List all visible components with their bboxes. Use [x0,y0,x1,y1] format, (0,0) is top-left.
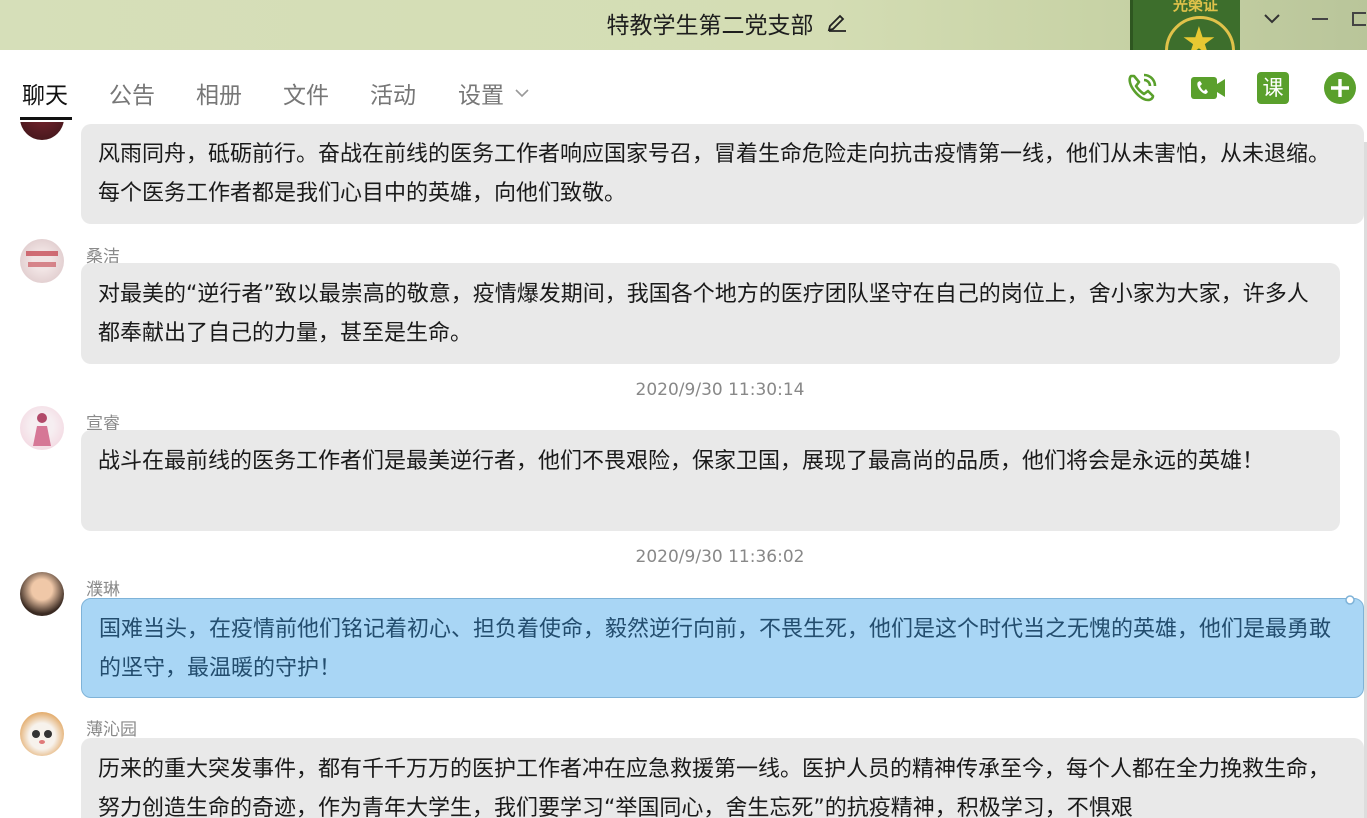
tab-chat[interactable]: 聊天 [22,80,68,112]
minimize-button[interactable] [1312,18,1328,20]
message-bubble[interactable]: 对最美的“逆行者”致以最崇高的敬意，疫情爆发期间，我国各个地方的医疗团队坚守在自… [81,263,1340,364]
dropdown-chevron-icon[interactable] [1262,10,1282,26]
tab-settings[interactable]: 设置 [458,80,504,112]
video-call-icon[interactable] [1190,70,1226,106]
avatar[interactable] [20,239,64,283]
sender-name: 薄沁园 [86,720,137,740]
avatar[interactable] [20,406,64,450]
message-bubble-highlighted[interactable]: 国难当头，在疫情前他们铭记着初心、担负着使命，毅然逆行向前，不畏生死，他们是这个… [81,598,1364,698]
avatar-figure-icon [33,413,51,446]
phone-icon[interactable] [1124,70,1160,106]
tab-announcement[interactable]: 公告 [109,80,155,112]
message-bubble[interactable]: 历来的重大突发事件，都有千千万万的医护工作者冲在应急救援第一线。医护人员的精神传… [81,738,1364,818]
star-icon: ★ [1181,19,1217,50]
tab-files[interactable]: 文件 [283,80,329,112]
message-bubble[interactable]: 风雨同舟，砥砺前行。奋战在前线的医务工作者响应国家号召，冒着生命危险走向抗击疫情… [81,124,1364,224]
skin-decoration: 光榮证 ★ [1130,0,1240,50]
avatar[interactable] [20,122,64,140]
add-icon[interactable] [1322,70,1358,106]
tab-album[interactable]: 相册 [196,80,242,112]
avatar-cat-icon [32,730,52,744]
avatar[interactable] [20,572,64,616]
maximize-button[interactable] [1352,12,1366,26]
chevron-down-icon[interactable] [514,87,530,99]
title-bar: 特教学生第二党支部 光榮证 ★ [0,0,1367,50]
tab-activity[interactable]: 活动 [370,80,416,112]
message-timestamp: 2020/9/30 11:30:14 [635,380,805,400]
active-tab-indicator [20,117,72,120]
skin-text: 光榮证 [1173,0,1219,14]
message-bubble[interactable]: 战斗在最前线的医务工作者们是最美逆行者，他们不畏艰险，保家卫国，展现了最高尚的品… [81,430,1340,531]
avatar-pattern-icon [26,251,58,267]
tab-bar: 聊天 公告 相册 文件 活动 设置 [0,50,1367,122]
edit-icon[interactable] [826,10,848,32]
chat-message-list[interactable]: 风雨同舟，砥砺前行。奋战在前线的医务工作者响应国家号召，冒着生命危险走向抗击疫情… [0,122,1367,818]
sender-name: 濮琳 [86,580,120,600]
course-icon[interactable]: 课 [1257,72,1289,104]
avatar[interactable] [20,712,64,756]
message-timestamp: 2020/9/30 11:36:02 [635,547,805,567]
bubble-corner-icon [1345,595,1355,605]
